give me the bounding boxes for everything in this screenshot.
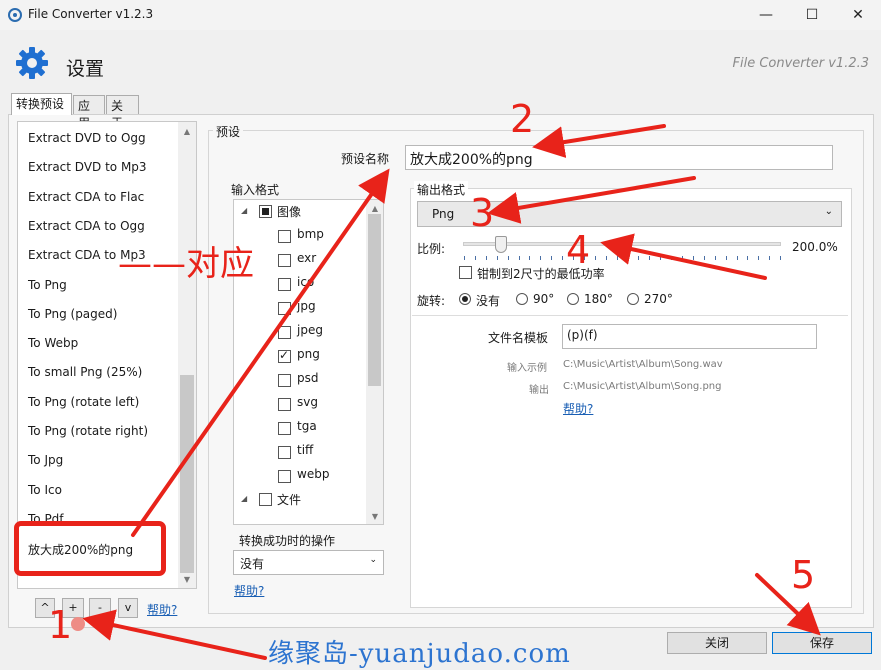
annotation-number-2: 2	[510, 97, 535, 141]
annotation-dot	[71, 617, 85, 631]
watermark-text: 缘聚岛-yuanjudao.com	[268, 639, 571, 669]
annotation-arrow-to-name	[131, 168, 390, 537]
annotation-highlight-box	[14, 521, 166, 576]
annotation-arrow-4	[600, 233, 767, 280]
annotation-arrow-1	[82, 609, 267, 660]
annotation-number-4: 4	[566, 228, 591, 272]
annotation-arrow-2	[532, 124, 666, 158]
annotation-correspond-text: ——对应	[118, 244, 254, 284]
annotation-arrow-3	[487, 176, 696, 224]
annotation-number-1: 1	[48, 603, 73, 647]
annotation-number-5: 5	[791, 553, 816, 597]
annotation-number-3: 3	[470, 191, 495, 235]
